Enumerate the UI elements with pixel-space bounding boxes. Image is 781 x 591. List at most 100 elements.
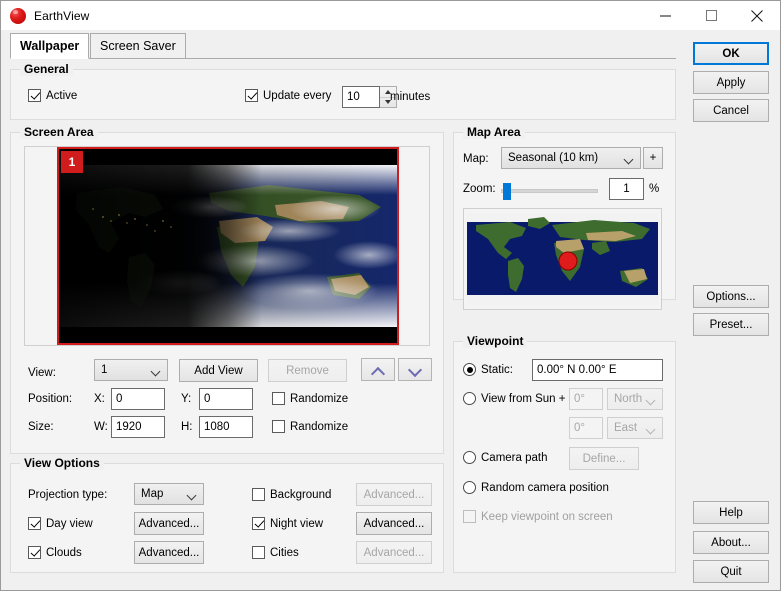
quit-button[interactable]: Quit (693, 560, 769, 583)
preset-button[interactable]: Preset... (693, 313, 769, 336)
position-randomize-checkbox[interactable]: Randomize (272, 392, 348, 405)
night-view-checkbox[interactable]: Night view (252, 517, 323, 530)
map-area-thumbnail[interactable] (463, 208, 662, 310)
background-advanced-button: Advanced... (356, 483, 432, 506)
earth-preview-image (59, 165, 397, 327)
maximize-icon[interactable] (688, 1, 734, 30)
update-every-checkbox-label: Update every (263, 89, 332, 102)
sun-offset-lon-input: 0° (569, 417, 603, 439)
night-view-advanced-button[interactable]: Advanced... (356, 512, 432, 535)
day-view-checkbox-box (28, 517, 41, 530)
minimize-icon[interactable] (642, 1, 688, 30)
projection-type-label: Projection type: (28, 489, 108, 501)
viewpoint-static-label: Static: (481, 363, 513, 376)
clouds-checkbox-box (28, 546, 41, 559)
zoom-value-input[interactable]: 1 (609, 178, 644, 200)
add-map-button[interactable]: + (643, 147, 663, 169)
sun-direction-lat-value: North (614, 393, 643, 405)
background-checkbox-box (252, 488, 265, 501)
chevron-down-icon (625, 156, 634, 161)
active-checkbox[interactable]: Active (28, 89, 77, 102)
cities-checkbox-label: Cities (270, 546, 299, 559)
size-randomize-box (272, 420, 285, 433)
map-select[interactable]: Seasonal (10 km) (501, 147, 641, 169)
cities-advanced-button: Advanced... (356, 541, 432, 564)
update-interval-input[interactable]: 10 (342, 86, 380, 108)
viewpoint-random-camera-radio[interactable]: Random camera position (463, 481, 609, 494)
tab-screen-saver-label: Screen Saver (100, 39, 176, 53)
options-button[interactable]: Options... (693, 285, 769, 308)
title-bar: EarthView (1, 1, 780, 30)
day-view-checkbox[interactable]: Day view (28, 517, 93, 530)
viewpoint-group-title: Viewpoint (463, 334, 528, 348)
update-every-checkbox-box (245, 89, 258, 102)
zoom-slider-thumb[interactable] (503, 183, 511, 200)
active-checkbox-label: Active (46, 89, 78, 102)
cancel-button[interactable]: Cancel (693, 99, 769, 122)
move-view-up-button[interactable] (361, 358, 395, 381)
viewpoint-static-radio-circle (463, 363, 476, 376)
background-checkbox[interactable]: Background (252, 488, 331, 501)
background-checkbox-label: Background (270, 488, 332, 501)
clouds-advanced-button[interactable]: Advanced... (134, 541, 204, 564)
view-options-group-title: View Options (20, 456, 104, 470)
viewpoint-camera-path-radio[interactable]: Camera path (463, 451, 547, 464)
zoom-slider[interactable] (501, 182, 598, 200)
screen-area-group-title: Screen Area (20, 125, 98, 139)
position-randomize-label: Randomize (290, 392, 349, 405)
sun-offset-lat-input: 0° (569, 388, 603, 410)
sun-direction-lat-select: North (607, 388, 663, 410)
cities-checkbox-box (252, 546, 265, 559)
night-view-checkbox-box (252, 517, 265, 530)
size-width-input[interactable]: 1920 (111, 416, 165, 438)
view-select-value: 1 (101, 364, 108, 376)
screen-area-preview[interactable]: 1 (24, 146, 430, 346)
viewpoint-marker (558, 251, 578, 271)
ok-button[interactable]: OK (693, 42, 769, 65)
viewpoint-static-radio[interactable]: Static: (463, 363, 513, 376)
projection-type-value: Map (141, 488, 164, 500)
keep-viewpoint-checkbox-box (463, 510, 476, 523)
zoom-unit-label: % (649, 183, 660, 195)
viewpoint-random-camera-radio-circle (463, 481, 476, 494)
tab-strip: Wallpaper Screen Saver (10, 33, 676, 59)
size-w-label: W: (94, 421, 108, 433)
position-y-label: Y: (181, 393, 192, 405)
day-view-advanced-button[interactable]: Advanced... (134, 512, 204, 535)
position-x-input[interactable]: 0 (111, 388, 165, 410)
viewpoint-camera-path-label: Camera path (481, 451, 548, 464)
size-randomize-checkbox[interactable]: Randomize (272, 420, 348, 433)
viewpoint-sun-radio[interactable]: View from Sun + (463, 392, 565, 405)
zoom-slider-track[interactable] (501, 189, 598, 193)
tab-screen-saver[interactable]: Screen Saver (90, 33, 186, 59)
apply-button[interactable]: Apply (693, 71, 769, 94)
earth-globe-icon (10, 7, 26, 24)
clouds-checkbox[interactable]: Clouds (28, 546, 82, 559)
view-select[interactable]: 1 (94, 359, 168, 381)
chevron-down-icon (152, 368, 161, 373)
viewpoint-static-coords-input[interactable]: 0.00° N 0.00° E (532, 359, 663, 381)
tab-wallpaper[interactable]: Wallpaper (10, 33, 90, 59)
window-title: EarthView (34, 8, 90, 23)
viewpoint-random-camera-label: Random camera position (481, 481, 609, 494)
position-x-label: X: (94, 393, 105, 405)
earth-map-graphic (59, 165, 397, 327)
camera-path-define-button: Define... (569, 447, 639, 470)
projection-type-select[interactable]: Map (134, 483, 204, 505)
move-view-down-button[interactable] (398, 358, 432, 381)
update-every-checkbox[interactable]: Update every (245, 89, 331, 102)
size-height-input[interactable]: 1080 (199, 416, 253, 438)
zoom-label: Zoom: (463, 183, 496, 195)
sun-direction-lon-select: East (607, 417, 663, 439)
cities-checkbox[interactable]: Cities (252, 546, 299, 559)
keep-viewpoint-label: Keep viewpoint on screen (481, 510, 613, 523)
view-rectangle[interactable]: 1 (57, 147, 399, 345)
about-button[interactable]: About... (693, 531, 769, 554)
size-label: Size: (28, 421, 54, 433)
close-icon[interactable] (734, 1, 780, 30)
help-button[interactable]: Help (693, 501, 769, 524)
add-view-button[interactable]: Add View (179, 359, 258, 382)
general-group-title: General (20, 62, 73, 76)
size-h-label: H: (181, 421, 193, 433)
position-y-input[interactable]: 0 (199, 388, 253, 410)
